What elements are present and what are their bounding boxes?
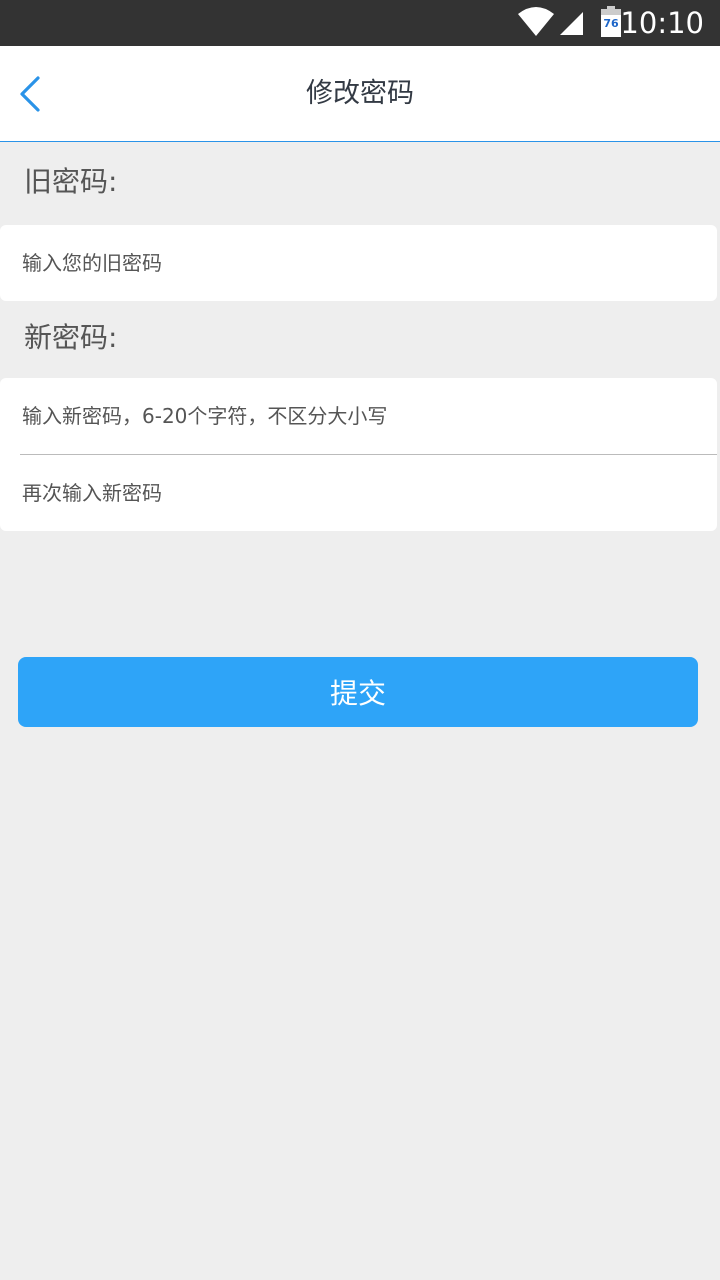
old-password-field xyxy=(0,225,717,301)
status-bar: 76 10:10 xyxy=(0,0,720,46)
page-title: 修改密码 xyxy=(306,78,414,109)
confirm-password-input[interactable] xyxy=(22,455,697,531)
battery-icon: 76 xyxy=(600,6,622,38)
new-password-label: 新密码: xyxy=(24,321,118,354)
submit-button[interactable]: 提交 xyxy=(18,657,698,727)
old-password-input[interactable] xyxy=(22,225,697,301)
old-password-label: 旧密码: xyxy=(24,165,118,198)
confirm-password-field xyxy=(0,455,717,531)
battery-level: 76 xyxy=(603,17,619,30)
old-password-card xyxy=(0,225,717,301)
new-password-input[interactable] xyxy=(22,378,697,454)
new-password-field xyxy=(0,378,717,454)
wifi-icon xyxy=(518,7,554,36)
new-password-card xyxy=(0,378,717,531)
signal-icon xyxy=(560,12,583,35)
status-time: 10:10 xyxy=(620,6,704,40)
nav-bar: 修改密码 xyxy=(0,46,720,142)
